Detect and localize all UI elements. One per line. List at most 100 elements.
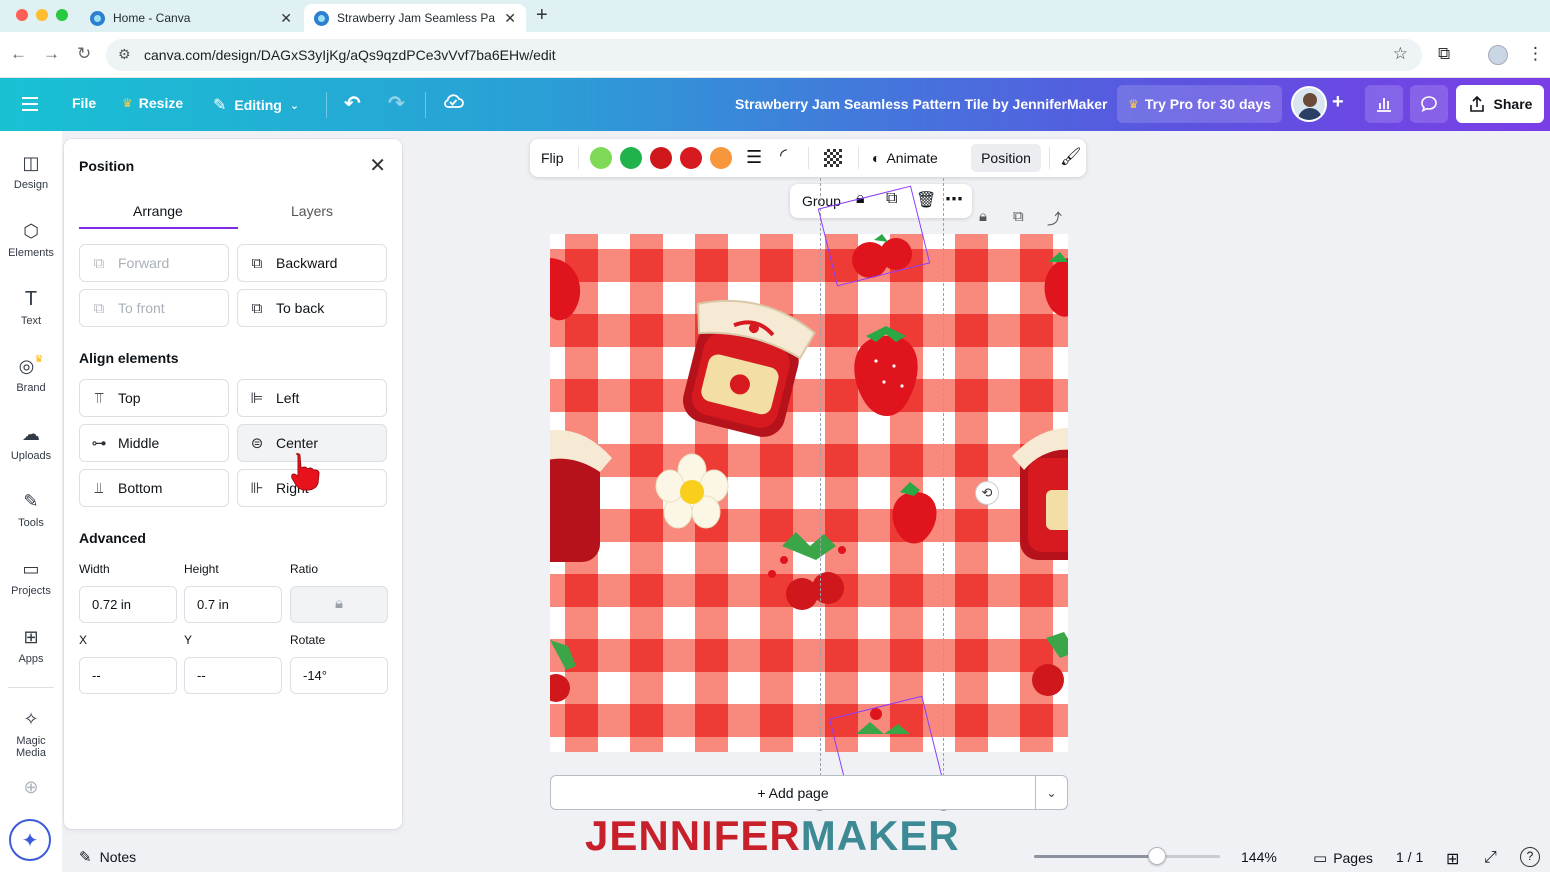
- resize-button[interactable]: ♛ Resize: [122, 95, 183, 111]
- browser-tab-design[interactable]: Strawberry Jam Seamless Pa ✕: [304, 4, 526, 32]
- add-page-options[interactable]: ⌄: [1035, 775, 1068, 810]
- rail-item-design[interactable]: ◫ Design: [0, 151, 62, 191]
- forward-button[interactable]: ⧉ Forward: [79, 244, 229, 282]
- y-field[interactable]: --: [184, 657, 282, 694]
- color-swatch[interactable]: [590, 147, 612, 169]
- rail-item-text[interactable]: T Text: [0, 287, 62, 327]
- header-divider: [425, 92, 426, 118]
- logo-part-2: MAKER: [800, 812, 960, 859]
- user-avatar[interactable]: [1291, 86, 1327, 122]
- new-tab-icon[interactable]: +: [536, 4, 548, 27]
- browser-menu-icon[interactable]: ⋮: [1527, 44, 1544, 64]
- close-tab-icon[interactable]: ✕: [280, 10, 292, 27]
- x-label: X: [79, 633, 88, 647]
- align-top-button[interactable]: ⫪ Top: [79, 379, 229, 417]
- align-bottom-button[interactable]: ⫫ Bottom: [79, 469, 229, 507]
- color-swatch[interactable]: [650, 147, 672, 169]
- chevron-down-icon: ⌄: [289, 99, 300, 112]
- to-front-button[interactable]: ⧉ To front: [79, 289, 229, 327]
- height-field[interactable]: 0.7 in: [184, 586, 282, 623]
- align-left-button[interactable]: ⊫ Left: [237, 379, 387, 417]
- color-swatch[interactable]: [710, 147, 732, 169]
- rail-item-apps[interactable]: ⊞ Apps: [0, 625, 62, 665]
- copy-style-icon[interactable]: 🖌︎: [1060, 147, 1082, 167]
- backward-button[interactable]: ⧉ Backward: [237, 244, 387, 282]
- redo-icon[interactable]: ↷: [388, 91, 405, 116]
- corner-rounding-icon[interactable]: ◜: [780, 145, 787, 166]
- try-pro-button[interactable]: ♛ Try Pro for 30 days: [1117, 85, 1282, 123]
- profile-avatar[interactable]: [1488, 45, 1508, 65]
- transparency-icon[interactable]: [824, 149, 842, 167]
- advanced-heading: Advanced: [79, 530, 146, 546]
- close-icon[interactable]: ✕: [369, 153, 386, 178]
- add-page-button[interactable]: + Add page: [550, 775, 1036, 810]
- left-side-rail: ◫ Design ⬡ Elements T Text ◎♛ Brand ☁ Up…: [0, 131, 62, 872]
- add-collaborator-icon[interactable]: +: [1332, 91, 1344, 114]
- rail-item-more[interactable]: ⊕: [0, 775, 62, 803]
- animate-button[interactable]: ◐ Animate: [872, 150, 938, 166]
- forward-icon[interactable]: →: [43, 44, 60, 64]
- close-tab-icon[interactable]: ✕: [504, 10, 516, 27]
- rail-item-tools[interactable]: ✎ Tools: [0, 489, 62, 529]
- maximize-window-button[interactable]: [56, 9, 68, 21]
- bookmark-star-icon[interactable]: ☆: [1393, 44, 1408, 64]
- rail-item-magic-media[interactable]: ✧ Magic Media: [0, 707, 62, 759]
- pages-button[interactable]: ▭ Pages: [1313, 849, 1373, 867]
- cloud-saved-icon[interactable]: [442, 92, 464, 110]
- flip-button[interactable]: Flip: [541, 150, 564, 166]
- comments-button[interactable]: [1410, 85, 1448, 123]
- ratio-lock-button[interactable]: 🔒︎: [290, 586, 388, 623]
- file-menu[interactable]: File: [72, 95, 96, 111]
- editing-mode-dropdown[interactable]: ✎ Editing ⌄: [213, 95, 299, 115]
- rail-item-uploads[interactable]: ☁ Uploads: [0, 422, 62, 462]
- url-input[interactable]: ⚙ canva.com/design/DAGxS3yIjKg/aQs9qzdPC…: [106, 39, 1422, 71]
- rail-item-projects[interactable]: ▭ Projects: [0, 557, 62, 597]
- back-icon[interactable]: ←: [10, 44, 27, 64]
- fullscreen-icon[interactable]: ⤢: [1484, 849, 1497, 867]
- grid-view-icon[interactable]: ⊞: [1446, 849, 1459, 869]
- to-back-button[interactable]: ⧉ To back: [237, 289, 387, 327]
- search-tabs-icon[interactable]: ⧉: [1438, 44, 1450, 64]
- elements-icon: ⬡: [23, 221, 39, 241]
- rail-item-elements[interactable]: ⬡ Elements: [0, 219, 62, 259]
- tab-arrange[interactable]: Arrange: [133, 203, 183, 219]
- share-button[interactable]: Share: [1456, 85, 1544, 123]
- align-middle-button[interactable]: ⊶ Middle: [79, 424, 229, 462]
- width-field[interactable]: 0.72 in: [79, 586, 177, 623]
- zoom-slider[interactable]: [1034, 855, 1220, 858]
- rotate-handle-icon[interactable]: ⟲: [975, 481, 999, 505]
- rotate-field[interactable]: -14°: [290, 657, 388, 694]
- more-options-icon[interactable]: ⋯: [945, 189, 963, 210]
- site-settings-icon[interactable]: ⚙: [118, 46, 131, 63]
- design-title[interactable]: Strawberry Jam Seamless Pattern Tile by …: [735, 96, 1107, 112]
- zoom-level[interactable]: 144%: [1241, 849, 1277, 865]
- color-swatch[interactable]: [680, 147, 702, 169]
- add-page-icon[interactable]: ⤴: [1047, 208, 1062, 229]
- browser-tab-home[interactable]: Home - Canva ✕: [80, 4, 302, 32]
- strawberry-edge-right-bottom: [1032, 632, 1068, 696]
- magic-assistant-button[interactable]: ✦: [9, 819, 51, 861]
- tab-layers[interactable]: Layers: [291, 203, 333, 219]
- rail-label: Apps: [18, 653, 44, 665]
- rail-item-brand[interactable]: ◎♛ Brand: [0, 354, 62, 394]
- rail-label: Brand: [16, 382, 46, 394]
- insights-button[interactable]: [1365, 85, 1403, 123]
- main-menu-icon[interactable]: [22, 97, 38, 111]
- reload-icon[interactable]: ↻: [77, 44, 91, 64]
- jam-jar-edge-right: [1012, 427, 1068, 560]
- position-button[interactable]: Position: [971, 144, 1041, 172]
- close-window-button[interactable]: [16, 9, 28, 21]
- border-style-icon[interactable]: ☰: [746, 147, 762, 168]
- zoom-slider-handle[interactable]: [1147, 847, 1166, 865]
- undo-icon[interactable]: ↶: [344, 91, 361, 116]
- duplicate-page-icon[interactable]: ⧉: [1013, 208, 1024, 225]
- minimize-window-button[interactable]: [36, 9, 48, 21]
- notes-button[interactable]: ✎ Notes: [79, 848, 136, 866]
- delete-icon[interactable]: 🗑︎: [916, 190, 936, 210]
- lock-page-icon[interactable]: 🔒︎: [979, 208, 987, 225]
- toolbar-divider: [808, 147, 809, 169]
- x-field[interactable]: --: [79, 657, 177, 694]
- help-icon[interactable]: ?: [1520, 847, 1540, 867]
- color-swatch[interactable]: [620, 147, 642, 169]
- align-right-icon: ⊪: [250, 480, 264, 497]
